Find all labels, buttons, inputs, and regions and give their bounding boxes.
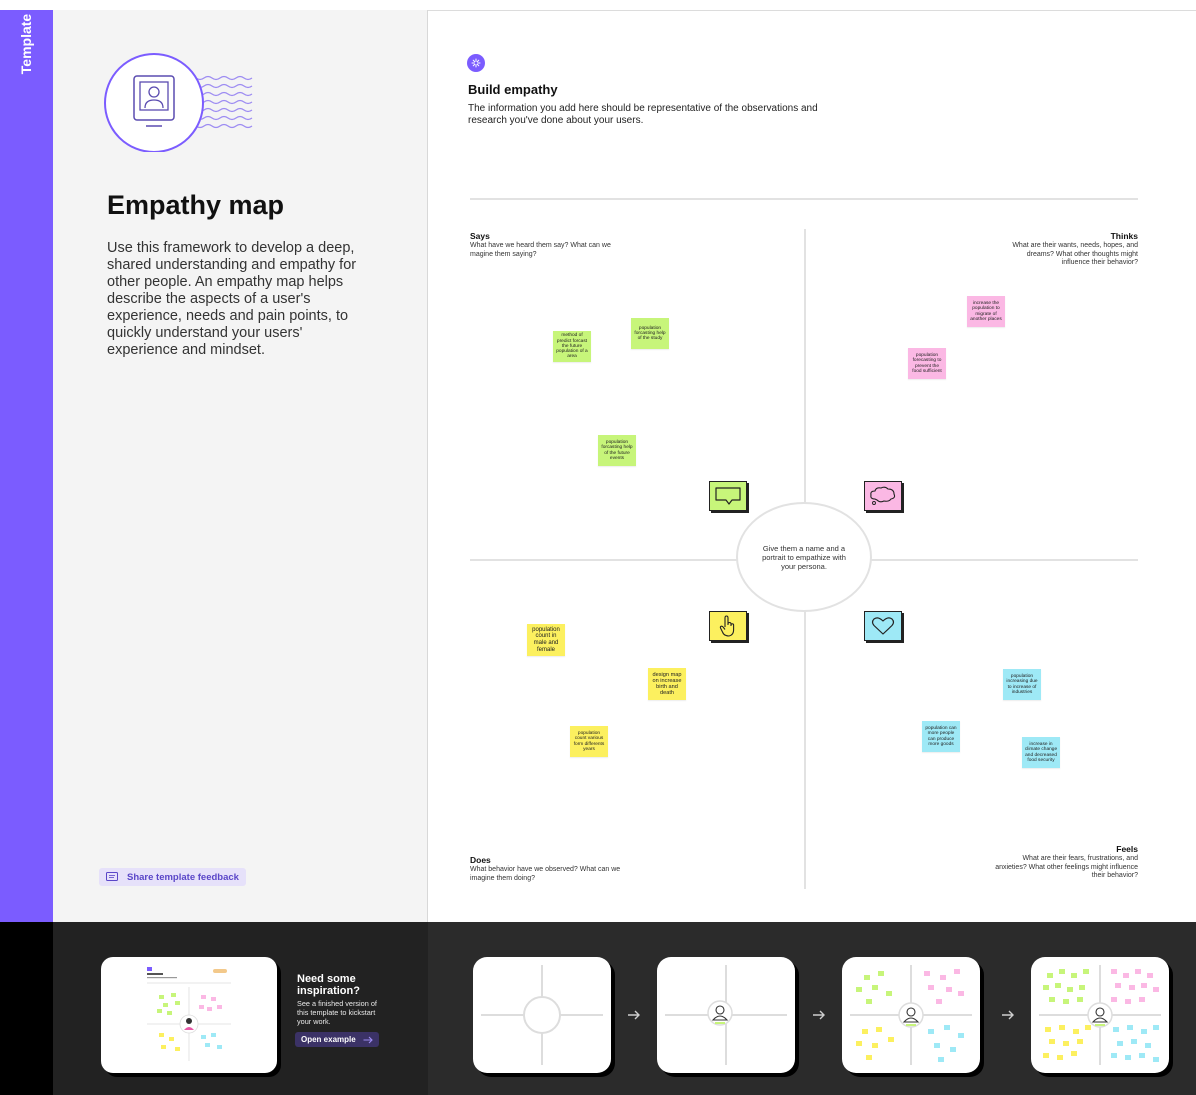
sticky-note-does[interactable]: population count in male and female <box>527 624 565 656</box>
does-subtitle: What behavior have we observed? What can… <box>470 866 621 882</box>
sticky-note-feels[interactable]: population increasing due to increase of… <box>1003 669 1041 700</box>
full-stickies-step-icon <box>1039 965 1161 1065</box>
sticky-note-does[interactable]: population count various form differents… <box>570 726 608 757</box>
sticky-note-feels[interactable]: increase in climate change and decreased… <box>1022 737 1060 768</box>
step-card-partial-stickies <box>842 957 980 1073</box>
sticky-note-thinks[interactable]: increase the population to migrate of an… <box>967 296 1005 327</box>
persona-prompt: Give them a name and a portrait to empat… <box>762 543 846 571</box>
does-title: Does <box>470 855 491 865</box>
arrow-right-icon <box>813 1010 825 1020</box>
thinks-subtitle: What are their wants, needs, hopes, and … <box>1012 242 1138 266</box>
template-info-panel: Template Empathy map Use this framework … <box>0 10 428 922</box>
top-border-line <box>428 10 1196 11</box>
share-feedback-button[interactable]: Share template feedback <box>99 868 246 886</box>
share-feedback-label: Share template feedback <box>127 871 239 883</box>
open-example-button[interactable]: Open example <box>295 1032 379 1047</box>
arrow-right-icon <box>363 1036 373 1043</box>
example-thumbnail[interactable] <box>101 957 277 1073</box>
thought-bubble-icon <box>864 481 902 511</box>
heart-icon <box>864 611 902 641</box>
thinks-title: Thinks <box>1110 231 1138 241</box>
header-divider <box>470 198 1138 200</box>
feels-title: Feels <box>1116 844 1138 854</box>
template-title: Empathy map <box>107 190 285 220</box>
template-tab[interactable]: Template <box>0 10 53 922</box>
bottom-strip <box>0 922 53 1095</box>
section-description: The information you add here should be r… <box>468 103 818 126</box>
inspiration-panel: Need some inspiration? See a finished ve… <box>0 922 428 1095</box>
example-empathy-map-image-icon <box>147 967 231 1061</box>
partial-stickies-step-icon <box>850 965 972 1065</box>
persona-circle[interactable]: Give them a name and a portrait to empat… <box>736 502 872 612</box>
sparkle-badge-icon <box>467 54 485 72</box>
template-description: Use this framework to develop a deep, sh… <box>107 240 357 358</box>
persona-step-icon <box>665 965 787 1065</box>
arrow-right-icon <box>628 1010 640 1020</box>
says-subtitle: What have we heard them say? What can we… <box>470 242 611 258</box>
sticky-note-thinks[interactable]: population forecasting to prevent the fo… <box>908 348 946 379</box>
step-card-empty-map <box>473 957 611 1073</box>
sticky-note-says[interactable]: method of predict forcast the future pop… <box>553 331 591 362</box>
inspiration-description: See a finished version of this template … <box>297 999 377 1026</box>
empty-map-step-icon <box>481 965 603 1065</box>
persona-card-illustration-icon <box>104 53 253 152</box>
steps-panel <box>428 922 1196 1095</box>
feedback-message-icon <box>106 872 118 881</box>
section-title: Build empathy <box>468 82 558 97</box>
sticky-note-says[interactable]: population forcasting help of the future… <box>598 435 636 466</box>
open-example-label: Open example <box>301 1035 356 1044</box>
sticky-note-does[interactable]: design map on increase birth and death <box>648 668 686 700</box>
inspiration-title: Need some inspiration? <box>297 973 360 997</box>
step-card-full-stickies <box>1031 957 1169 1073</box>
step-card-persona <box>657 957 795 1073</box>
feels-subtitle: What are their fears, frustrations, and … <box>995 855 1138 879</box>
template-tab-label: Template <box>18 13 34 75</box>
sticky-note-feels[interactable]: population can more people can produce m… <box>922 721 960 752</box>
sticky-note-says[interactable]: population forcasting help of the study <box>631 318 669 349</box>
says-title: Says <box>470 231 490 241</box>
arrow-right-icon <box>1002 1010 1014 1020</box>
speech-bubble-icon <box>709 481 747 511</box>
pointing-hand-icon <box>709 611 747 641</box>
